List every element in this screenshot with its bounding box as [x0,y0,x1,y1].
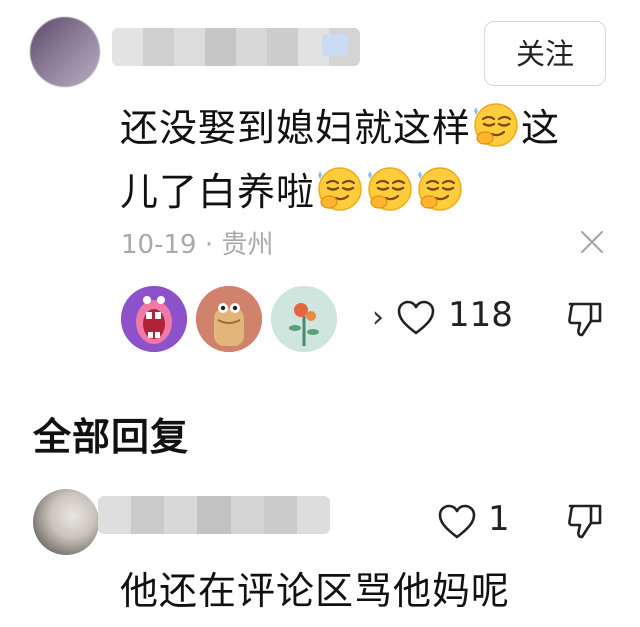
follow-button[interactable]: 关注 [484,21,606,86]
reply-dislike-icon[interactable] [566,501,604,541]
reply-like-heart-icon[interactable] [437,503,477,541]
reply-avatar[interactable] [33,489,99,555]
smug-emoji-icon [472,101,520,149]
reply-text: 他还在评论区骂他妈呢 [120,569,511,613]
smug-emoji-icon [316,165,364,213]
comment-date: 10-19 [121,230,197,260]
expand-reactors-chevron[interactable]: › [372,300,384,335]
user-badge [322,34,348,56]
reactor-avatar[interactable] [121,286,187,352]
like-count: 118 [448,295,513,335]
comment-text: 还没娶到媳妇就这样 这 儿了白养啦 [120,96,610,224]
reactor-avatar[interactable] [271,286,337,352]
reply-username-blurred[interactable] [98,496,330,534]
all-replies-heading: 全部回复 [33,415,190,459]
meta-separator: · [204,230,214,260]
comment-meta: 10-19 · 贵州 [121,224,273,261]
dislike-icon[interactable] [566,299,604,339]
smug-emoji-icon [366,165,414,213]
smug-emoji-icon [416,165,464,213]
reply-like-count: 1 [488,499,510,539]
comment-text-line1-end: 这 [521,106,561,150]
username-blurred[interactable] [112,28,360,66]
close-icon[interactable] [578,228,606,256]
comment-location: 贵州 [221,230,274,260]
comment-text-line1: 还没娶到媳妇就这样 [120,106,472,150]
avatar[interactable] [30,17,100,87]
reactor-avatar[interactable] [196,286,262,352]
like-heart-icon[interactable] [396,299,436,337]
comment-text-line2: 儿了白养啦 [120,170,316,214]
